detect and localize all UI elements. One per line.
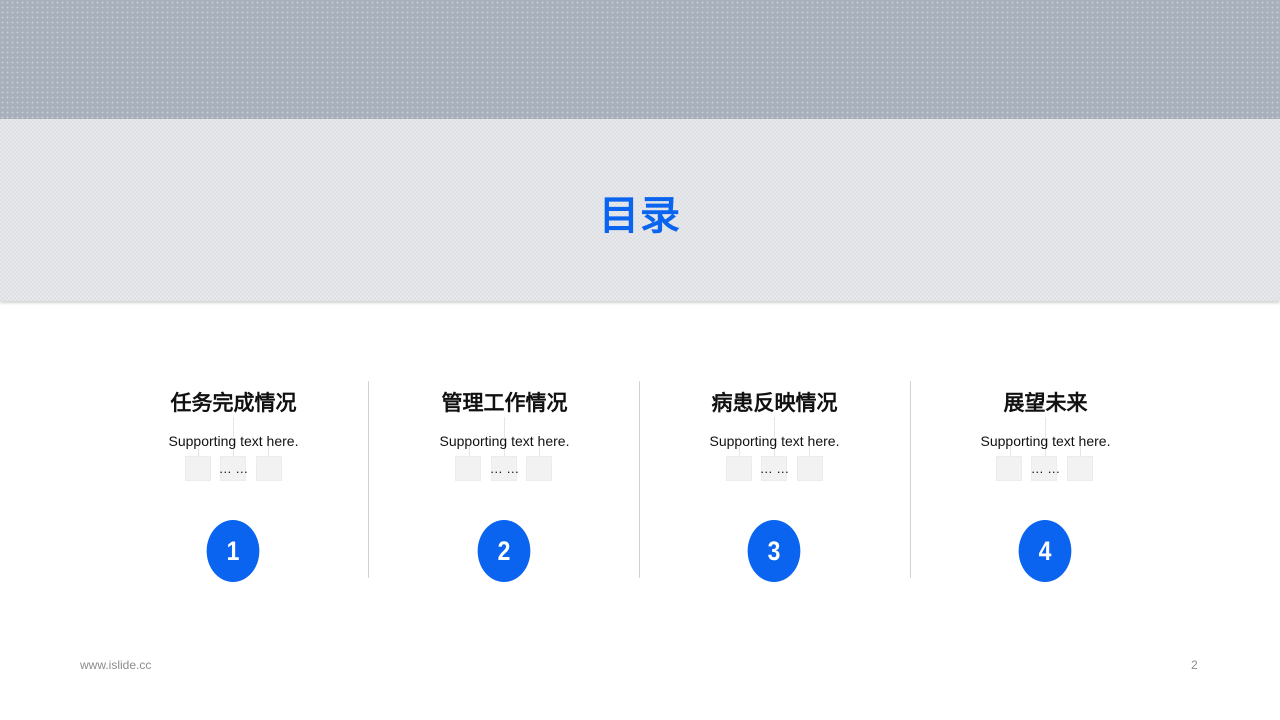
agenda-number-badge: 4 <box>1018 520 1072 582</box>
agenda-number-badge: 1 <box>206 520 260 582</box>
agenda-item-heading: 任务完成情况 <box>170 392 297 415</box>
agenda-item-4[interactable]: 展望未来 Supporting text here. … … 4 <box>910 381 1181 582</box>
agenda-item-ellipsis: … … <box>218 461 249 476</box>
agenda-item-support-text: Supporting text here. <box>980 433 1111 449</box>
page-number: 2 <box>1191 658 1198 672</box>
agenda-sections: 任务完成情况 Supporting text here. … … 1 管理工作情… <box>98 381 1181 582</box>
agenda-item-support-text: Supporting text here. <box>439 433 570 449</box>
agenda-item-heading: 病患反映情况 <box>711 392 838 415</box>
agenda-number-badge: 3 <box>747 520 801 582</box>
agenda-item-support-text: Supporting text here. <box>709 433 840 449</box>
agenda-item-2[interactable]: 管理工作情况 Supporting text here. … … 2 <box>369 381 640 582</box>
page-title: 目录 <box>599 194 681 238</box>
agenda-item-1[interactable]: 任务完成情况 Supporting text here. … … 1 <box>98 381 369 582</box>
title-band: 目录 <box>0 119 1280 301</box>
footer-website-link[interactable]: www.islide.cc <box>80 658 151 672</box>
agenda-item-ellipsis: … … <box>1030 461 1061 476</box>
agenda-item-support-text: Supporting text here. <box>168 433 299 449</box>
agenda-item-ellipsis: … … <box>489 461 520 476</box>
agenda-item-heading: 管理工作情况 <box>441 392 568 415</box>
agenda-item-heading: 展望未来 <box>1003 392 1088 415</box>
header-pattern-band <box>0 0 1280 119</box>
agenda-number-badge: 2 <box>477 520 531 582</box>
slide: 目录 任务完成情况 Supporting text here. … … 1 管理… <box>0 0 1280 720</box>
agenda-item-3[interactable]: 病患反映情况 Supporting text here. … … 3 <box>639 381 910 582</box>
agenda-item-ellipsis: … … <box>759 461 790 476</box>
